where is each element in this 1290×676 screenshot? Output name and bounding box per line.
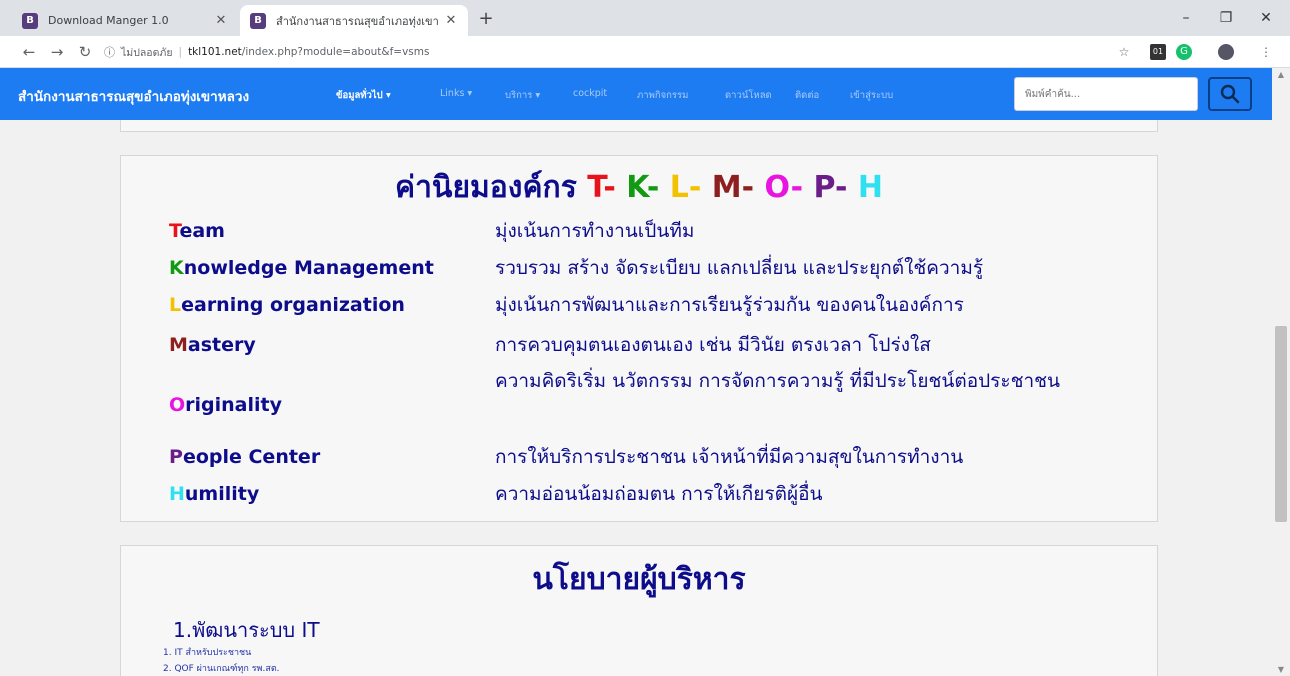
browser-tab-strip: B Download Manger 1.0 ✕ B สำนักงานสาธารณ… [0, 0, 1290, 36]
values-title-letter: L- [669, 170, 712, 205]
site-navbar: สำนักงานสาธารณสุขอำเภอทุ่งเขาหลวง ข้อมูล… [0, 68, 1272, 120]
browser-toolbar: ← → ↻ ⓘ ไม่ปลอดภัย | tkl101.net /index.p… [0, 36, 1290, 68]
value-description: ความคิดริเริ่ม นวัตกรรม การจัดการความรู้… [495, 370, 1061, 392]
value-term-rest: eam [179, 220, 225, 242]
bootstrap-favicon-icon: B [22, 12, 38, 29]
avatar[interactable] [1218, 44, 1234, 60]
value-description: รวบรวม สร้าง จัดระเบียบ แลกเปลี่ยน และปร… [495, 257, 984, 279]
minimize-icon[interactable]: – [1166, 4, 1206, 32]
value-term: Mastery [169, 334, 256, 356]
values-title-letter: T- [587, 170, 627, 205]
nav-item-login[interactable]: เข้าสู่ระบบ [850, 88, 893, 103]
value-term: Learning organization [169, 294, 405, 316]
nav-item-cockpit[interactable]: cockpit [573, 88, 607, 99]
value-term-rest: eople Center [182, 446, 321, 468]
back-arrow-icon[interactable]: ← [18, 41, 40, 63]
value-initial: T [169, 220, 180, 242]
previous-card [120, 120, 1158, 132]
value-initial: H [169, 483, 185, 505]
values-title-letter: O- [764, 170, 814, 205]
policy-list-item: 2. QOF ผ่านเกณฑ์ทุก รพ.สต. [163, 664, 280, 674]
value-term-rest: earning organization [181, 294, 405, 316]
scroll-thumb[interactable] [1275, 326, 1287, 522]
value-term-rest: nowledge Management [183, 257, 434, 279]
window-close-icon[interactable]: ✕ [1246, 4, 1286, 32]
scroll-up-icon[interactable]: ▲ [1272, 70, 1290, 79]
new-tab-icon[interactable]: + [474, 8, 498, 29]
star-icon[interactable]: ☆ [1116, 44, 1132, 60]
value-description: การให้บริการประชาชน เจ้าหน้าที่มีความสุข… [495, 446, 964, 468]
value-term: Humility [169, 483, 259, 505]
url-path: /index.php?module=about&f=vsms [241, 46, 430, 58]
search-icon [1220, 84, 1240, 104]
policy-subtitle: 1.พัฒนาระบบ IT [173, 618, 320, 642]
values-title-prefix: ค่านิยมองค์กร [395, 170, 577, 205]
value-term: Team [169, 220, 225, 242]
values-title-letter: P- [813, 170, 858, 205]
scroll-down-icon[interactable]: ▼ [1272, 665, 1290, 674]
search-button[interactable] [1208, 77, 1252, 111]
address-bar[interactable]: ⓘ ไม่ปลอดภัย | tkl101.net /index.php?mod… [104, 41, 429, 63]
value-term-rest: riginality [185, 394, 282, 416]
security-label: ไม่ปลอดภัย [121, 46, 173, 59]
browser-tab[interactable]: B Download Manger 1.0 ✕ [12, 5, 238, 36]
search-input[interactable] [1014, 77, 1198, 111]
bootstrap-favicon-icon: B [250, 12, 266, 29]
nav-item-services[interactable]: บริการ ▾ [505, 88, 540, 103]
tab-title: Download Manger 1.0 [48, 14, 169, 27]
separator: | [178, 46, 183, 58]
close-icon[interactable]: ✕ [444, 13, 458, 28]
tab-title: สำนักงานสาธารณสุขอำเภอทุ่งเขาหลวง [276, 14, 438, 28]
reload-icon[interactable]: ↻ [74, 41, 96, 63]
value-initial: L [169, 294, 182, 316]
grammarly-icon[interactable]: G [1176, 44, 1192, 60]
nav-item-general[interactable]: ข้อมูลทั่วไป ▾ [336, 88, 391, 103]
nav-item-download[interactable]: ดาวน์โหลด [725, 88, 772, 103]
value-description: มุ่งเน้นการทำงานเป็นทีม [495, 220, 695, 242]
forward-arrow-icon[interactable]: → [46, 41, 68, 63]
nav-item-activities[interactable]: ภาพกิจกรรม [637, 88, 688, 103]
values-card: ค่านิยมองค์กร T- K- L- M- O- P- H Team ม… [120, 155, 1158, 522]
value-term-rest: umility [184, 483, 260, 505]
policy-list-item: 1. IT สำหรับประชาชน [163, 648, 252, 658]
value-term-rest: astery [187, 334, 256, 356]
maximize-icon[interactable]: ❐ [1206, 4, 1246, 32]
value-term: Knowledge Management [169, 257, 434, 279]
url-host: tkl101.net [188, 46, 242, 58]
menu-dots-icon[interactable]: ⋮ [1258, 44, 1274, 60]
page-content: ค่านิยมองค์กร T- K- L- M- O- P- H Team ม… [0, 120, 1272, 676]
policy-card: นโยบายผู้บริหาร 1.พัฒนาระบบ IT 1. IT สำห… [120, 545, 1158, 676]
browser-tab-active[interactable]: B สำนักงานสาธารณสุขอำเภอทุ่งเขาหลวง ✕ [240, 5, 468, 36]
value-initial: P [169, 446, 183, 468]
values-title-letter: K- [626, 170, 670, 205]
values-title: ค่านิยมองค์กร T- K- L- M- O- P- H [121, 164, 1157, 211]
site-brand[interactable]: สำนักงานสาธารณสุขอำเภอทุ่งเขาหลวง [18, 85, 249, 107]
value-initial: K [169, 257, 184, 279]
policy-title: นโยบายผู้บริหาร [532, 562, 746, 597]
value-initial: O [169, 394, 186, 416]
value-description: มุ่งเน้นการพัฒนาและการเรียนรู้ร่วมกัน ขอ… [495, 294, 964, 316]
values-title-letter: H [857, 170, 883, 205]
page-scrollbar[interactable]: ▲ ▼ [1272, 68, 1290, 676]
value-initial: M [169, 334, 188, 356]
values-title-letter: M- [711, 170, 765, 205]
nav-item-contact[interactable]: ติดต่อ [795, 88, 819, 103]
value-description: การควบคุมตนเองตนเอง เช่น มีวินัย ตรงเวลา… [495, 334, 931, 356]
close-icon[interactable]: ✕ [214, 13, 228, 28]
value-term: Originality [169, 394, 282, 416]
extension-badge-icon[interactable]: 01 [1150, 44, 1166, 60]
info-icon[interactable]: ⓘ [104, 44, 115, 60]
nav-item-links[interactable]: Links ▾ [440, 88, 472, 99]
value-description: ความอ่อนน้อมถ่อมตน การให้เกียรติผู้อื่น [495, 483, 823, 505]
value-term: People Center [169, 446, 320, 468]
